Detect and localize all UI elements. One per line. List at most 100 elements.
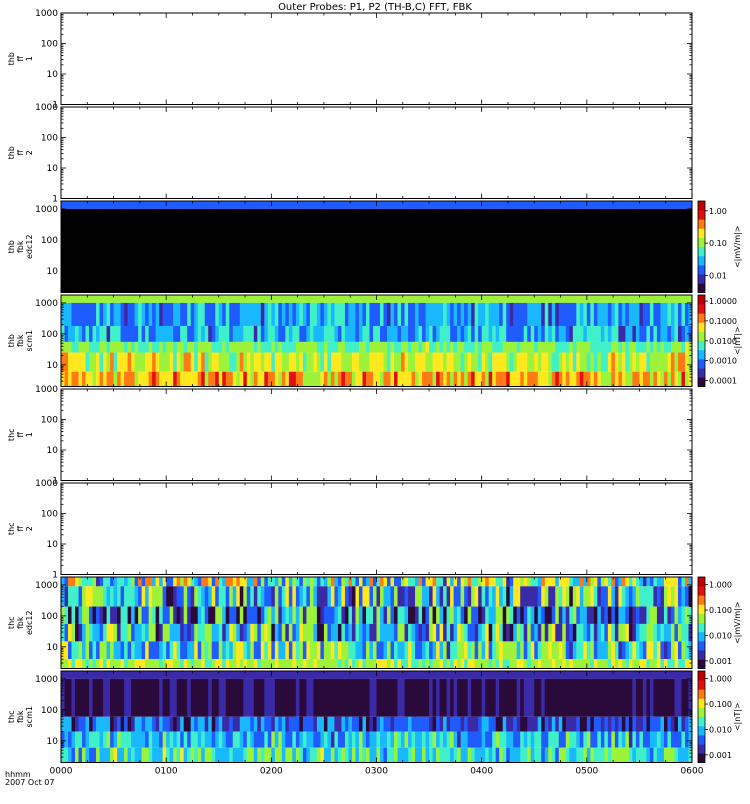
spectrogram-cell bbox=[82, 295, 86, 303]
spectrogram-cell bbox=[99, 731, 104, 748]
spectrogram-cell bbox=[120, 671, 125, 679]
spectrogram-cell bbox=[166, 671, 171, 679]
y-tick-label: 1000 bbox=[35, 9, 58, 19]
spectrogram-cell bbox=[492, 201, 497, 209]
spectrogram-cell bbox=[534, 302, 539, 326]
spectrogram-cell bbox=[341, 295, 346, 303]
spectrogram-cell bbox=[148, 641, 153, 660]
spectrogram-cell bbox=[78, 659, 83, 669]
spectrogram-cell bbox=[534, 671, 539, 679]
spectrogram-cell bbox=[639, 352, 644, 372]
spectrogram-cell bbox=[408, 325, 412, 342]
spectrogram-cell bbox=[222, 659, 227, 669]
spectrogram-cell bbox=[639, 295, 644, 303]
spectrogram-cell bbox=[232, 201, 237, 209]
spectrogram-cell bbox=[201, 606, 206, 624]
spectrogram-cell bbox=[625, 731, 630, 748]
spectrogram-cell bbox=[236, 731, 241, 748]
spectrogram-cell bbox=[380, 731, 384, 748]
spectrogram-cell bbox=[96, 678, 100, 717]
spectrogram-cell bbox=[464, 302, 469, 326]
spectrogram-cell bbox=[337, 716, 342, 732]
spectrogram-cell bbox=[148, 731, 153, 748]
colorbar-swatch bbox=[698, 735, 705, 745]
spectrogram-cell bbox=[162, 352, 167, 372]
spectrogram-cell bbox=[604, 623, 609, 642]
spectrogram-cell bbox=[471, 352, 476, 372]
spectrogram-cell bbox=[527, 671, 532, 679]
spectrogram-cell bbox=[334, 352, 339, 372]
spectrogram-cell bbox=[397, 295, 402, 303]
spectrogram-cell bbox=[656, 325, 661, 342]
spectrogram-cell bbox=[127, 371, 132, 387]
spectrogram-cell bbox=[355, 659, 360, 669]
spectrogram-cell bbox=[467, 341, 472, 353]
spectrogram-cell bbox=[530, 623, 535, 642]
colorbar-swatch bbox=[698, 689, 705, 699]
spectrogram-cell bbox=[523, 659, 528, 669]
spectrogram-cell bbox=[593, 577, 598, 587]
spectrogram-cell bbox=[530, 352, 535, 372]
spectrogram-cell bbox=[278, 659, 283, 669]
spectrogram-cell bbox=[134, 641, 139, 660]
spectrogram-cell bbox=[450, 641, 455, 660]
spectrogram-cell bbox=[145, 302, 150, 326]
spectrogram-cell bbox=[288, 352, 293, 372]
spectrogram-cell bbox=[120, 325, 125, 342]
spectrogram-cell bbox=[544, 731, 549, 748]
spectrogram-cell bbox=[204, 302, 209, 326]
spectrogram-cell bbox=[576, 641, 581, 660]
spectrogram-cell bbox=[639, 747, 644, 763]
colorbar-tick-label: 0.10 bbox=[709, 239, 727, 248]
spectrogram-cell bbox=[467, 641, 472, 660]
spectrogram-cell bbox=[548, 371, 553, 387]
spectrogram-cell bbox=[225, 295, 230, 303]
spectrogram-cell bbox=[485, 747, 490, 763]
spectrogram-cell bbox=[667, 623, 672, 642]
spectrogram-cell bbox=[625, 671, 630, 679]
spectrogram-cell bbox=[684, 671, 689, 679]
spectrogram-cell bbox=[253, 659, 258, 669]
spectrogram-cell bbox=[85, 341, 90, 353]
spectrogram-cell bbox=[583, 352, 588, 372]
spectrogram-cell bbox=[236, 586, 241, 607]
spectrogram-cell bbox=[481, 671, 486, 679]
spectrogram-cell bbox=[313, 731, 318, 748]
spectrogram-cell bbox=[355, 671, 360, 679]
spectrogram-cell bbox=[611, 302, 616, 326]
spectrogram-cell bbox=[520, 606, 525, 624]
spectrogram-cell bbox=[232, 731, 237, 748]
spectrogram-cell bbox=[590, 671, 595, 679]
colorbar-tick-label: 0.010 bbox=[709, 631, 732, 640]
spectrogram-cell bbox=[569, 671, 574, 679]
spectrogram-cell bbox=[579, 341, 584, 353]
spectrogram-cell bbox=[481, 302, 486, 326]
spectrogram-cell bbox=[492, 659, 497, 669]
spectrogram-cell bbox=[225, 731, 230, 748]
spectrogram-cell bbox=[432, 325, 437, 342]
spectrogram-cell bbox=[506, 678, 511, 717]
spectrogram-cell bbox=[162, 586, 167, 607]
spectrogram-cell bbox=[600, 352, 605, 372]
spectrogram-cell bbox=[681, 325, 686, 342]
spectrogram-cell bbox=[337, 586, 342, 607]
spectrogram-cell bbox=[369, 295, 374, 303]
spectrogram-cell bbox=[365, 659, 370, 669]
spectrogram-cell bbox=[380, 302, 384, 326]
spectrogram-cell bbox=[432, 341, 437, 353]
spectrogram-cell bbox=[71, 623, 76, 642]
spectrogram-cell bbox=[590, 747, 595, 763]
spectrogram-cell bbox=[446, 671, 451, 679]
spectrogram-cell bbox=[232, 371, 237, 387]
spectrogram-cell bbox=[429, 678, 433, 717]
spectrogram-cell bbox=[180, 623, 185, 642]
spectrogram-cell bbox=[292, 302, 297, 326]
spectrogram-cell bbox=[180, 678, 185, 717]
spectrogram-cell bbox=[453, 606, 458, 624]
spectrogram-cell bbox=[558, 731, 563, 748]
spectrogram-cell bbox=[527, 201, 532, 209]
spectrogram-cell bbox=[124, 577, 129, 587]
spectrogram-cell bbox=[183, 201, 188, 209]
spectrogram-cell bbox=[656, 716, 661, 732]
spectrogram-cell bbox=[509, 201, 514, 209]
